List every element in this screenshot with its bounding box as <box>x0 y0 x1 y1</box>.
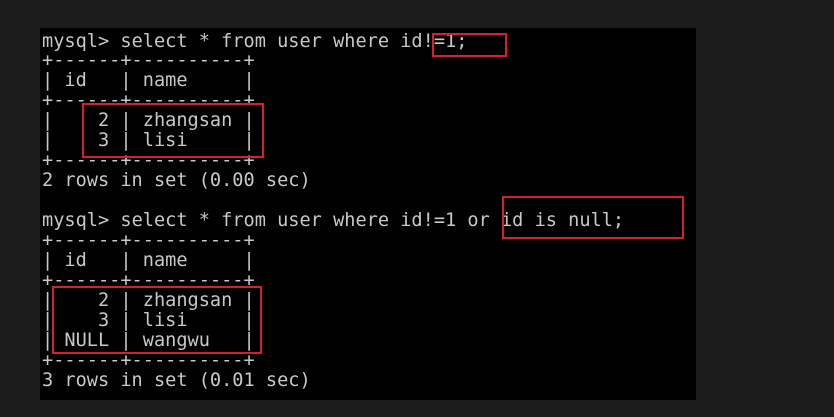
highlight-box-rows <box>82 103 264 158</box>
highlight-box-condition <box>432 33 507 57</box>
table-border-top: +------+----------+ <box>42 50 255 71</box>
table-border-top: +------+----------+ <box>42 230 255 251</box>
result-summary: 3 rows in set (0.01 sec) <box>42 370 311 391</box>
sql-statement: select * from user where id!=1; <box>120 31 468 52</box>
table-header: | id | name | <box>42 250 255 271</box>
table-header: | id | name | <box>42 70 255 91</box>
table-border-bottom: +------+----------+ <box>42 350 255 371</box>
terminal-window: mysql> select * from user where id!=1; +… <box>40 28 696 400</box>
result-summary: 2 rows in set (0.00 sec) <box>42 170 311 191</box>
highlight-box-rows <box>52 286 262 354</box>
prompt: mysql> <box>42 31 110 52</box>
highlight-box-or-null <box>502 196 684 239</box>
query-1-command: mysql> select * from user where id!=1; <box>42 32 467 52</box>
prompt: mysql> <box>42 210 110 231</box>
